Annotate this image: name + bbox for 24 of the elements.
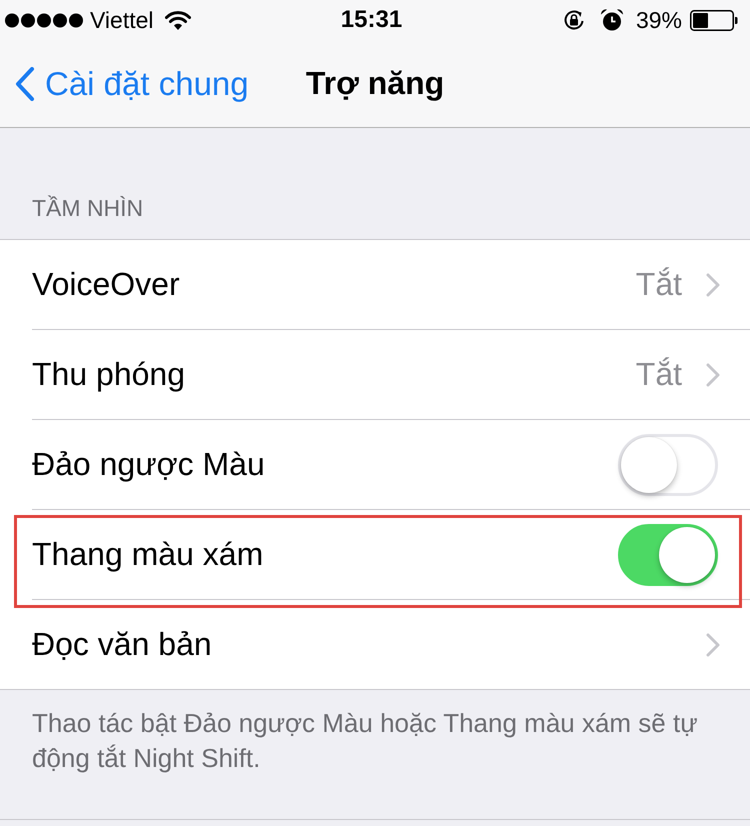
chevron-left-icon [15, 66, 35, 100]
row-value: Tắt [636, 266, 682, 303]
rotation-lock-icon [562, 8, 586, 32]
row-label: VoiceOver [32, 266, 180, 303]
battery-icon [690, 10, 738, 30]
chevron-right-icon [706, 272, 720, 296]
page-title: Trợ năng [306, 65, 444, 102]
back-button[interactable]: Cài đặt chung [0, 64, 249, 102]
section-header: TẦM NHÌN [32, 195, 144, 222]
row-label: Thu phóng [32, 356, 186, 393]
chevron-right-icon [706, 362, 720, 386]
toggle-switch[interactable] [618, 524, 718, 586]
row-value: Tắt [636, 356, 682, 393]
signal-dots-icon [5, 12, 83, 28]
carrier-name: Viettel [90, 6, 154, 34]
chevron-right-icon [706, 632, 720, 656]
row-label: Đọc văn bản [32, 626, 212, 663]
row-label: Đảo ngược Màu [32, 446, 265, 483]
section-footer-note: Thao tác bật Đảo ngược Màu hoặc Thang màu xám sẽ tự động tắt Night Shift. [32, 707, 699, 775]
battery-percentage: 39% [636, 6, 682, 34]
row-label: Thang màu xám [32, 536, 264, 573]
alarm-clock-icon [600, 8, 624, 32]
wifi-icon [164, 10, 191, 30]
clock-time: 15:31 [340, 6, 402, 34]
